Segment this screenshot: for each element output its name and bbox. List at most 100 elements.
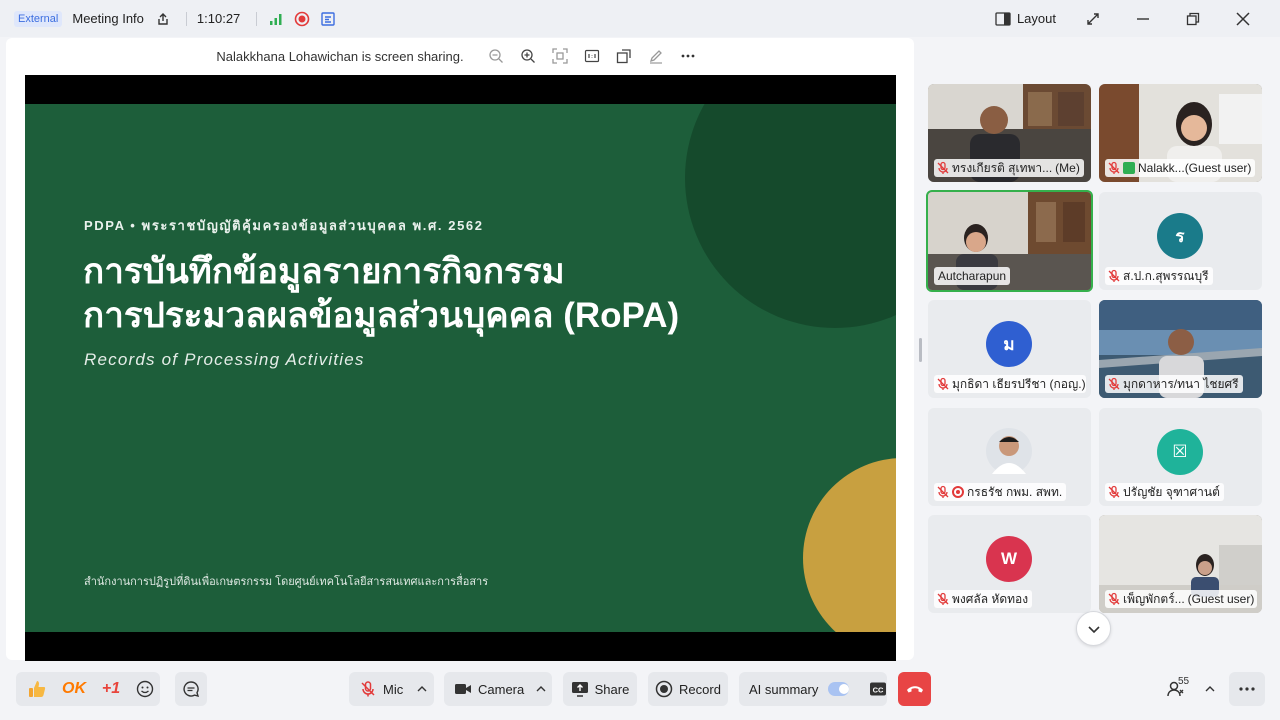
participants-count: 55: [1178, 676, 1190, 687]
ok-reaction-label: OK: [62, 680, 86, 697]
chat-button[interactable]: [175, 672, 207, 706]
participant-tile[interactable]: ร ส.ป.ก.สุพรรณบุรี: [1099, 192, 1262, 290]
participant-name: ปรัญชัย จุฑาศานต์: [1123, 484, 1220, 499]
mic-muted-icon: [1108, 269, 1120, 282]
participant-avatar: W: [986, 536, 1032, 582]
participant-nametag: Autcharapun: [934, 267, 1011, 285]
slide-kicker: PDPA • พระราชบัญญัติคุ้มครองข้อมูลส่วนบุ…: [84, 218, 484, 233]
presentation-slide: PDPA • พระราชบัญญัติคุ้มครองข้อมูลส่วนบุ…: [25, 104, 896, 632]
more-button[interactable]: [1229, 672, 1265, 706]
meeting-info-button[interactable]: Meeting Info: [72, 11, 144, 26]
participant-tile[interactable]: ม มุกธิดา เธียรปรีชา (กอญ.): [928, 300, 1091, 398]
thumbs-up-icon: [29, 681, 46, 697]
participant-name: Nalakk...: [1138, 161, 1185, 175]
captions-button[interactable]: CC: [869, 681, 887, 697]
participant-name: เพ็ญพักตร์...: [1123, 591, 1185, 606]
participant-nametag: ส.ป.ก.สุพรรณบุรี: [1105, 267, 1213, 285]
more-options-icon[interactable]: [678, 46, 698, 66]
minimize-button[interactable]: [1120, 0, 1166, 37]
fit-screen-icon[interactable]: [550, 46, 570, 66]
emoji-picker-button[interactable]: [132, 672, 158, 706]
pop-out-icon[interactable]: [614, 46, 634, 66]
chat-bubble-icon: [183, 681, 200, 697]
participants-button[interactable]: 55: [1160, 672, 1192, 706]
recording-icon[interactable]: [293, 10, 311, 28]
participant-tile-active-speaker[interactable]: Autcharapun: [926, 190, 1093, 292]
mic-muted-icon: [361, 681, 375, 697]
slide-subtitle: Records of Processing Activities: [84, 350, 365, 369]
ai-summary-group: AI summary CC: [739, 672, 887, 706]
panel-resize-handle[interactable]: [919, 338, 922, 362]
share-link-icon[interactable]: [154, 10, 172, 28]
fullscreen-button[interactable]: [1070, 0, 1116, 37]
annotate-icon[interactable]: [646, 46, 666, 66]
participant-nametag: กรธรัช กพม. สพท.: [934, 483, 1067, 501]
screen-share-panel: Nalakkhana Lohawichan is screen sharing.…: [6, 38, 914, 661]
participant-tile[interactable]: มุกดาหาร/ทนา ไชยศรี: [1099, 300, 1262, 398]
chevron-up-icon: [536, 686, 546, 692]
sharing-indicator-icon: [1123, 162, 1135, 174]
mic-muted-icon: [1108, 485, 1120, 498]
mic-options-button[interactable]: [412, 672, 432, 706]
participant-name: กรธรัช กพม. สพท.: [967, 484, 1063, 499]
recording-indicator-icon: [952, 486, 964, 498]
original-size-icon[interactable]: [582, 46, 602, 66]
participant-tile[interactable]: W พงศลัล หัดทอง: [928, 515, 1091, 613]
participant-name: มุกธิดา เธียรปรีชา (กอญ.): [952, 376, 1086, 391]
camera-label: Camera: [478, 681, 525, 697]
share-screen-button[interactable]: Share: [563, 672, 637, 706]
chevron-up-icon: [417, 686, 427, 692]
leave-meeting-button[interactable]: [898, 672, 931, 706]
participant-name: ส.ป.ก.สุพรรณบุรี: [1123, 268, 1209, 283]
svg-text:CC: CC: [873, 686, 884, 695]
hang-up-icon: [906, 686, 923, 693]
mic-muted-icon: [937, 161, 949, 174]
participant-nametag: Nalakk... (Guest user): [1105, 159, 1256, 177]
restore-button[interactable]: [1170, 0, 1216, 37]
participant-tile[interactable]: ☒ ปรัญชัย จุฑาศานต์: [1099, 408, 1262, 506]
divider: [256, 11, 258, 26]
participant-avatar: ☒: [1157, 429, 1203, 475]
shared-screen: PDPA • พระราชบัญญัติคุ้มครองข้อมูลส่วนบุ…: [25, 75, 896, 661]
record-label: Record: [679, 681, 721, 697]
transcript-icon[interactable]: [319, 10, 337, 28]
layout-button[interactable]: Layout: [995, 11, 1056, 26]
mic-muted-icon: [937, 377, 949, 390]
participant-name: มุกดาหาร/ทนา ไชยศรี: [1123, 376, 1239, 391]
zoom-in-icon[interactable]: [518, 46, 538, 66]
smiley-icon: [136, 680, 154, 698]
slide-title: การบันทึกข้อมูลรายการกิจกรรม การประมวลผล…: [83, 250, 803, 338]
zoom-out-icon[interactable]: [486, 46, 506, 66]
camera-options-button[interactable]: [531, 672, 551, 706]
closed-captions-icon: CC: [870, 682, 886, 696]
external-badge: External: [14, 10, 63, 27]
restore-icon: [1186, 12, 1200, 25]
meeting-controls-bar: OK +1 Mic Camera Share Record AI summary: [0, 662, 1280, 720]
slide-footer: สำนักงานการปฏิรูปที่ดินเพื่อเกษตรกรรม โด…: [84, 576, 489, 588]
mic-muted-icon: [937, 485, 949, 498]
divider: [185, 11, 187, 26]
window-controls: Layout: [995, 0, 1266, 37]
record-icon: [655, 680, 673, 698]
close-button[interactable]: [1220, 0, 1266, 37]
participant-tile[interactable]: เพ็ญพักตร์... (Guest user): [1099, 515, 1262, 613]
plus-one-reaction[interactable]: +1: [96, 672, 126, 706]
participants-options-button[interactable]: [1200, 672, 1220, 706]
mic-muted-icon: [1108, 377, 1120, 390]
slide-title-line2: การประมวลผลข้อมูลส่วนบุคคล (RoPA): [83, 296, 680, 335]
participant-tile[interactable]: กรธรัช กพม. สพท.: [928, 408, 1091, 506]
ai-summary-toggle[interactable]: [828, 682, 849, 696]
signal-strength-icon[interactable]: [267, 10, 285, 28]
participant-tile[interactable]: Nalakk... (Guest user): [1099, 84, 1262, 182]
participant-tile[interactable]: ทรงเกียรติ สุเทพา... (Me): [928, 84, 1091, 182]
scroll-participants-down-button[interactable]: [1076, 611, 1111, 646]
mic-muted-icon: [1108, 592, 1120, 605]
participant-nametag: พงศลัล หัดทอง: [934, 590, 1033, 608]
ok-reaction[interactable]: OK: [58, 672, 90, 706]
record-button[interactable]: Record: [648, 672, 728, 706]
participant-profile-photo: [986, 428, 1032, 474]
share-screen-icon: [571, 682, 588, 697]
layout-icon: [995, 11, 1011, 26]
layout-label: Layout: [1016, 11, 1056, 26]
thumbs-up-reaction[interactable]: [24, 672, 50, 706]
